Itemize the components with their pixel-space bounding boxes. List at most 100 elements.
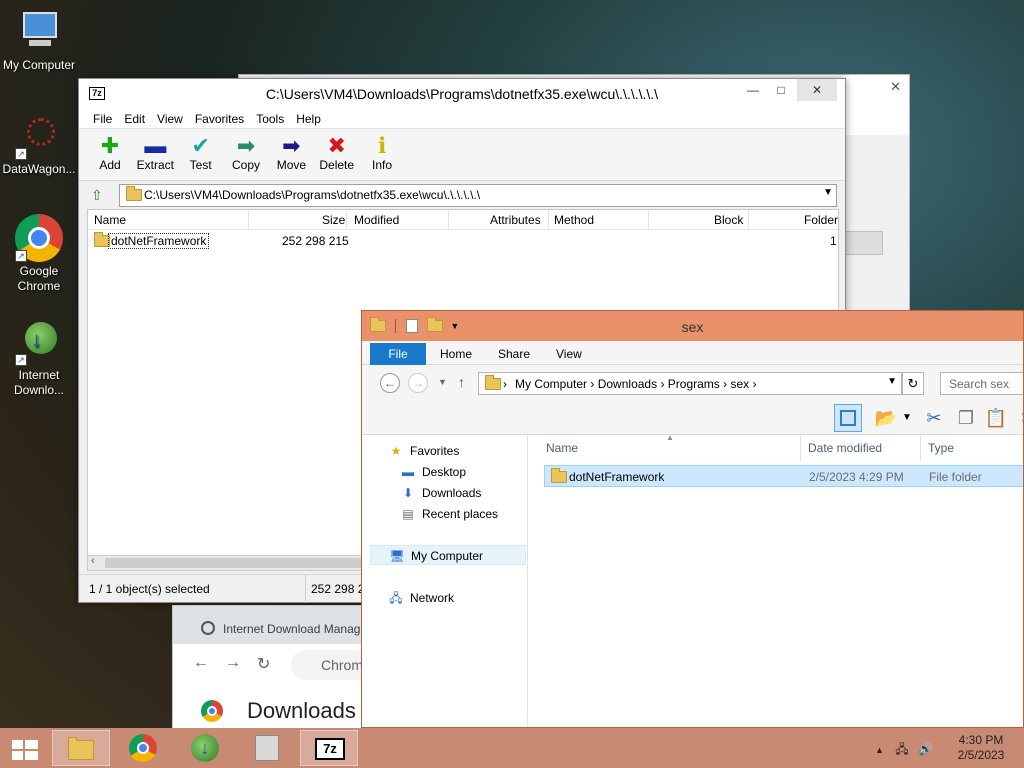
item-date: 2/5/2023 4:29 PM (809, 470, 904, 484)
up-folder-icon[interactable]: ⇧ (91, 187, 103, 204)
back-icon[interactable]: ← (193, 654, 209, 672)
explorer-window[interactable]: ▼ sex File Home Share View ← → ▼ ↑ › My … (361, 310, 1024, 728)
navigation-bar: ← → ▼ ↑ › My Computer › Downloads › Prog… (362, 365, 1023, 401)
properties-folder-icon[interactable]: 📂 (872, 404, 900, 432)
clock[interactable]: 4:30 PM 2/5/2023 (950, 733, 1012, 763)
column-size[interactable]: Size (322, 213, 345, 227)
breadcrumb-downloads[interactable]: Downloads (598, 377, 657, 391)
shortcut-arrow-icon: ↗ (15, 148, 27, 160)
window-title: C:\Users\VM4\Downloads\Programs\dotnetfx… (265, 86, 659, 102)
up-arrow-icon[interactable]: ↑ (458, 374, 465, 390)
desktop-icon-internet-download-manager[interactable]: ↓ ↗ Internet Downlo... (0, 318, 78, 398)
copy-button[interactable]: ➡ Copy (225, 129, 267, 173)
chevron-down-icon[interactable]: ▼ (900, 404, 914, 432)
chrome-tab[interactable]: Internet Download Manag (173, 606, 363, 644)
tab-share[interactable]: Share (498, 347, 530, 361)
list-item[interactable]: dotNetFramework 2/5/2023 4:29 PM File fo… (544, 465, 1023, 487)
reload-icon[interactable]: ↻ (257, 654, 270, 674)
chevron-down-icon[interactable]: ▼ (823, 187, 833, 198)
network-icon[interactable]: 🖧 (895, 742, 908, 756)
folder-icon (126, 186, 142, 201)
desktop-icon-google-chrome[interactable]: ↗ Google Chrome (0, 214, 78, 294)
show-hidden-icons-icon[interactable]: ▲ (875, 745, 884, 755)
computer-icon (15, 8, 63, 56)
column-block[interactable]: Block (714, 213, 743, 227)
column-modified[interactable]: Modified (354, 213, 399, 227)
omnibox[interactable]: Chrom (291, 650, 371, 680)
column-folders[interactable]: Folder (804, 213, 838, 227)
chevron-down-icon[interactable]: ▼ (887, 376, 897, 387)
desktop-icon-datawagon[interactable]: ↗ DataWagon... (0, 112, 78, 177)
nav-recent-places[interactable]: ▤ Recent places (400, 504, 498, 524)
nav-my-computer[interactable]: 🖥 My Computer (370, 545, 526, 565)
clock-date: 2/5/2023 (957, 748, 1005, 762)
breadcrumb-programs[interactable]: Programs (668, 377, 720, 391)
nav-favorites[interactable]: ★ Favorites (388, 441, 460, 461)
taskbar-7zip[interactable]: 7z (300, 730, 358, 766)
desktop-icon-my-computer[interactable]: My Computer (0, 8, 78, 73)
menu-view[interactable]: View (151, 109, 189, 126)
minimize-button[interactable]: — (739, 79, 767, 101)
list-header: Name Size Modified Attributes Method Blo… (88, 210, 838, 230)
breadcrumb[interactable]: › My Computer › Downloads › Programs › s… (478, 372, 902, 395)
table-row[interactable]: dotNetFramework 252 298 215 1 (88, 230, 838, 250)
add-button[interactable]: ✚ Add (89, 129, 131, 173)
recent-places-icon: ▤ (402, 507, 414, 521)
taskbar-installer[interactable] (238, 730, 296, 766)
breadcrumb-sex[interactable]: sex (730, 377, 749, 391)
content-pane[interactable]: Name ▲ Date modified Type dotNetFramewor… (532, 433, 1023, 727)
back-button[interactable]: ← (380, 373, 400, 393)
menu-help[interactable]: Help (290, 109, 327, 126)
taskbar-chrome[interactable] (114, 730, 172, 766)
recent-locations-icon[interactable]: ▼ (438, 377, 447, 387)
volume-icon[interactable]: 🔊 (918, 742, 933, 756)
close-icon[interactable]: ✕ (890, 79, 901, 95)
forward-icon[interactable]: → (225, 654, 241, 672)
column-attributes[interactable]: Attributes (490, 213, 541, 227)
preview-pane-icon[interactable] (834, 404, 862, 432)
maximize-button[interactable]: □ (767, 79, 795, 101)
nav-network[interactable]: 🖧 Network (388, 588, 454, 608)
cut-icon[interactable]: ✂ (920, 404, 948, 432)
move-button[interactable]: ➡ Move (270, 129, 312, 173)
column-name[interactable]: Name (546, 441, 578, 455)
nav-downloads[interactable]: ⬇ Downloads (400, 483, 481, 503)
column-name[interactable]: Name (94, 213, 126, 227)
title-bar[interactable]: ▼ sex (362, 311, 1023, 341)
path-combobox[interactable]: C:\Users\VM4\Downloads\Programs\dotnetfx… (119, 184, 837, 207)
column-method[interactable]: Method (554, 213, 594, 227)
start-button[interactable] (0, 730, 48, 766)
column-date-modified[interactable]: Date modified (808, 441, 882, 455)
refresh-button[interactable]: ↻ (902, 372, 924, 395)
column-type[interactable]: Type (928, 441, 954, 455)
status-selected: 1 / 1 object(s) selected (89, 582, 210, 596)
folder-icon (485, 375, 501, 390)
info-button[interactable]: ℹ Info (361, 129, 403, 173)
search-input[interactable]: Search sex (940, 372, 1023, 395)
breadcrumb-sep: › (503, 377, 507, 391)
delete-icon[interactable]: ✖ (1014, 404, 1023, 432)
close-button[interactable]: ✕ (797, 79, 837, 101)
tab-home[interactable]: Home (440, 347, 472, 361)
copy-icon[interactable]: ❐ (952, 404, 980, 432)
toolbar: ✚ Add ▬ Extract ✔ Test ➡ Copy ➡ Move ✖ Delete … (79, 129, 845, 181)
taskbar-file-explorer[interactable] (52, 730, 110, 766)
menu-favorites[interactable]: Favorites (189, 109, 250, 126)
tab-file[interactable]: File (370, 343, 426, 365)
chrome-window-fragment[interactable]: Internet Download Manag ← → ↻ Chrom Down… (172, 605, 371, 730)
delete-button[interactable]: ✖ Delete (316, 129, 358, 173)
breadcrumb-my-computer[interactable]: My Computer (515, 377, 587, 391)
title-bar[interactable]: 7z C:\Users\VM4\Downloads\Programs\dotne… (79, 79, 845, 109)
taskbar-idm[interactable]: ↓ (176, 730, 234, 766)
test-button[interactable]: ✔ Test (180, 129, 222, 173)
chrome-icon (201, 700, 223, 722)
menu-file[interactable]: File (87, 109, 118, 126)
tab-view[interactable]: View (556, 347, 582, 361)
menu-edit[interactable]: Edit (118, 109, 151, 126)
nav-desktop[interactable]: ▬ Desktop (400, 462, 466, 482)
menu-tools[interactable]: Tools (250, 109, 290, 126)
extract-button[interactable]: ▬ Extract (134, 129, 176, 173)
paste-icon[interactable]: 📋 (982, 404, 1010, 432)
forward-button[interactable]: → (408, 373, 428, 393)
scroll-left-icon[interactable]: ‹ (91, 555, 95, 567)
